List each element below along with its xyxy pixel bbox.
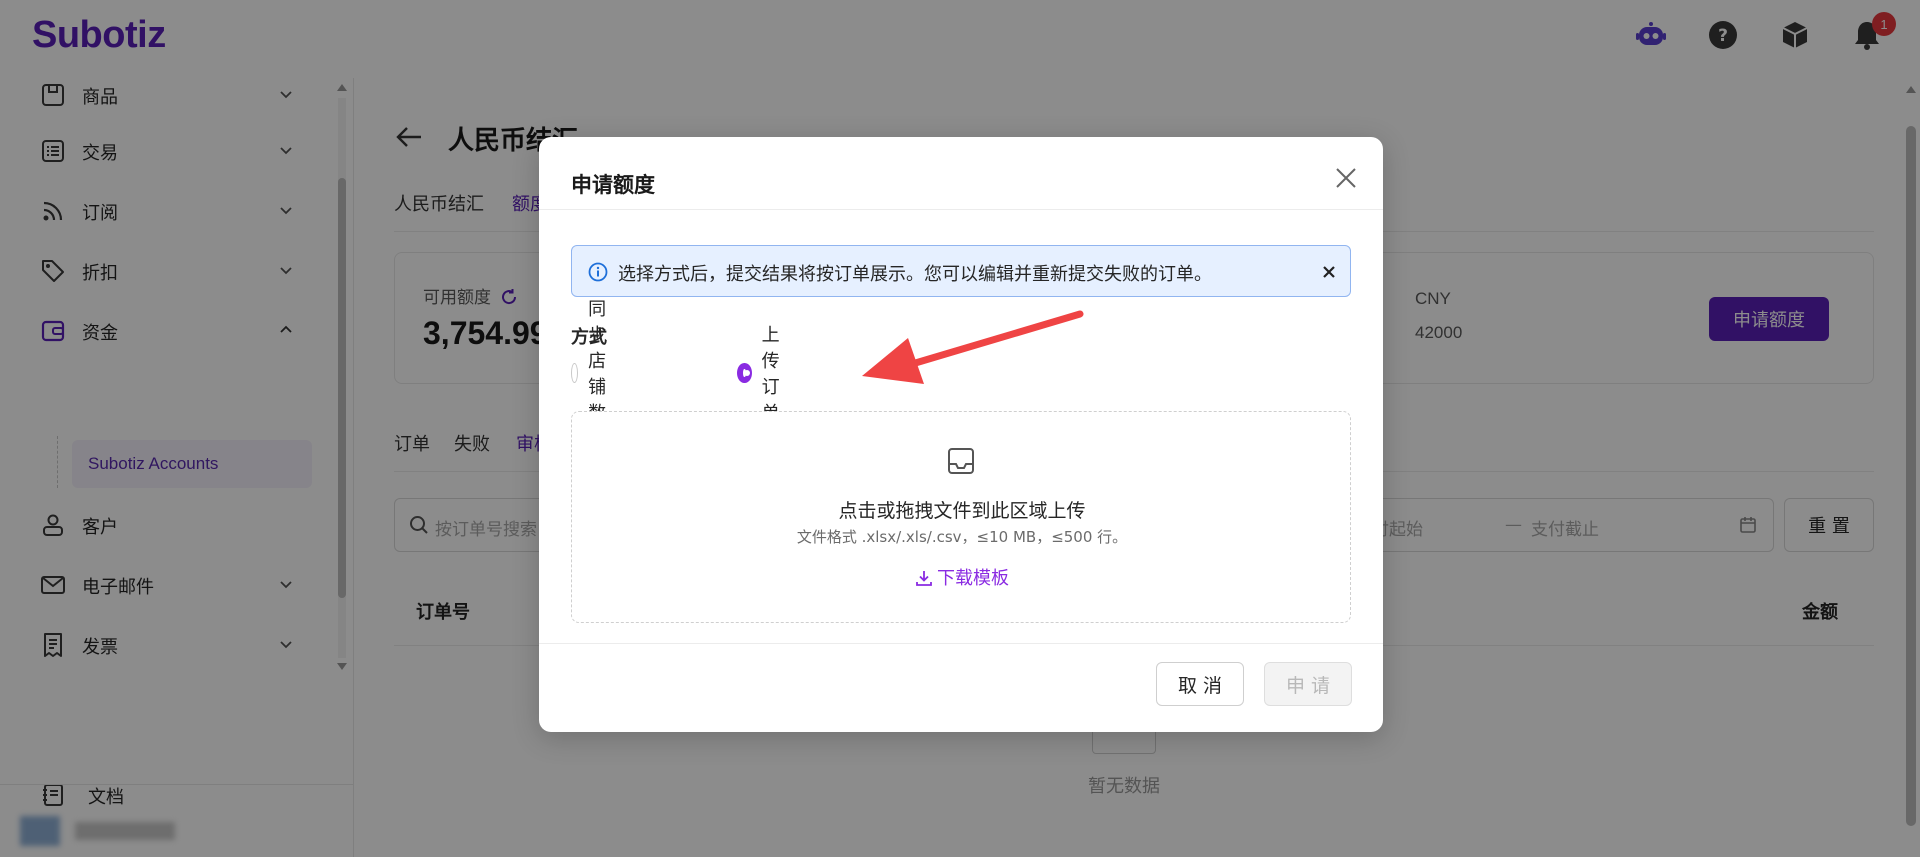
annotation-arrow-icon — [862, 310, 1084, 384]
radio-upload-orders[interactable]: 上传订单 — [737, 325, 785, 424]
modal-title: 申请额度 — [571, 173, 655, 197]
info-alert-text: 选择方式后，提交结果将按订单展示。您可以编辑并重新提交失败的订单。 — [618, 264, 1212, 285]
upload-dropzone[interactable]: 点击或拖拽文件到此区域上传 文件格式 .xlsx/.xls/.csv，≤10 M… — [571, 411, 1351, 623]
modal-close-button[interactable] — [1331, 163, 1361, 193]
modal-header-divider — [539, 209, 1383, 210]
download-template-link[interactable]: 下载模板 — [572, 564, 1352, 590]
upload-title: 点击或拖拽文件到此区域上传 — [838, 500, 1086, 522]
radio-circle[interactable] — [571, 363, 579, 383]
alert-close-icon[interactable] — [1318, 261, 1340, 283]
close-icon — [1336, 168, 1356, 188]
modal-footer-divider — [539, 643, 1383, 644]
radio-sync-store-data[interactable]: 同步店铺数据 — [571, 299, 619, 450]
info-icon — [588, 262, 608, 282]
cancel-button[interactable]: 取 消 — [1156, 662, 1244, 706]
submit-button[interactable]: 申 请 — [1264, 662, 1352, 706]
apply-quota-modal: 申请额度 选择方式后，提交结果将按订单展示。您可以编辑并重新提交失败的订单。 方… — [539, 137, 1383, 732]
radio-circle-checked[interactable] — [737, 363, 752, 383]
download-icon — [916, 571, 932, 586]
upload-hint: 文件格式 .xlsx/.xls/.csv，≤10 MB，≤500 行。 — [796, 528, 1128, 546]
info-alert: 选择方式后，提交结果将按订单展示。您可以编辑并重新提交失败的订单。 — [571, 245, 1351, 297]
inbox-icon — [948, 448, 974, 474]
